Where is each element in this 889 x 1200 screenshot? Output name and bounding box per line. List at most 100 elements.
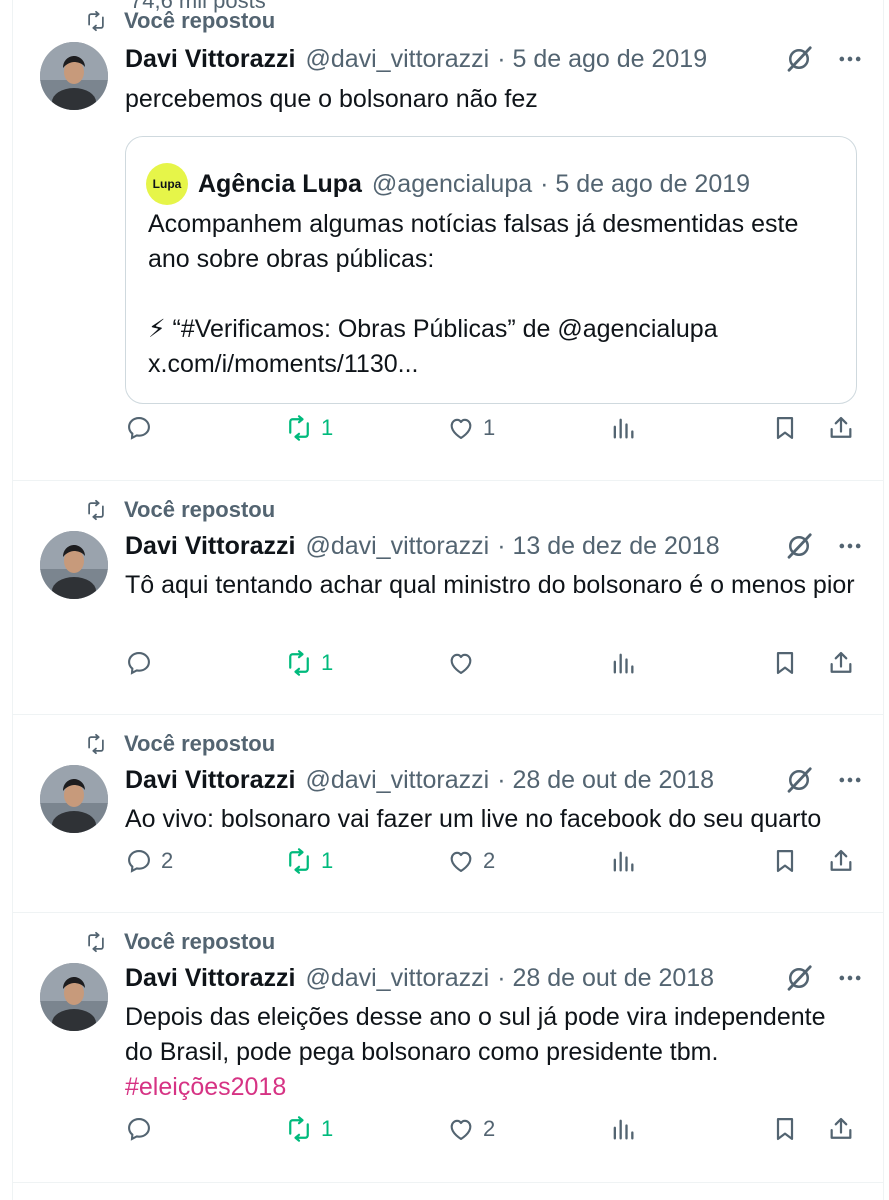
repost-label: Você repostou — [124, 8, 276, 33]
bookmark-button[interactable] — [771, 847, 799, 875]
author-handle[interactable]: @davi_vittorazzi — [305, 532, 489, 561]
like-count: 2 — [483, 848, 496, 873]
views-button[interactable] — [609, 649, 637, 677]
views-icon — [609, 649, 637, 677]
bookmark-button[interactable] — [771, 1115, 799, 1143]
repost-icon — [285, 847, 313, 875]
author-name[interactable]: Davi Vittorazzi — [125, 532, 295, 561]
views-icon — [609, 847, 637, 875]
repost-button[interactable]: 1 — [285, 847, 333, 875]
post-text: percebemos que o bolsonaro não fez — [125, 85, 538, 113]
more-icon[interactable] — [836, 532, 864, 560]
like-button[interactable] — [447, 649, 483, 677]
repost-icon — [285, 649, 313, 677]
share-button[interactable] — [827, 847, 855, 875]
author-name[interactable]: Davi Vittorazzi — [125, 766, 295, 795]
bookmark-icon — [771, 649, 799, 677]
repost-indicator: Você repostou — [82, 497, 275, 523]
post-date[interactable]: · 28 de out de 2018 — [497, 766, 714, 795]
reply-button[interactable]: 2 — [125, 847, 173, 875]
quote-line: Acompanhem algumas notícias falsas já de… — [148, 210, 799, 273]
repost-icon — [82, 931, 110, 953]
views-icon — [609, 414, 637, 442]
repost-label: Você repostou — [124, 929, 276, 954]
more-icon[interactable] — [836, 45, 864, 73]
post-header: Davi Vittorazzi @davi_vittorazzi · 13 de… — [125, 531, 864, 561]
share-button[interactable] — [827, 1115, 855, 1143]
views-button[interactable] — [609, 847, 637, 875]
reply-button[interactable] — [125, 1115, 161, 1143]
grok-icon[interactable] — [784, 531, 814, 561]
author-name[interactable]: Davi Vittorazzi — [125, 964, 295, 993]
repost-indicator: Você repostou — [82, 731, 275, 757]
grok-icon[interactable] — [784, 44, 814, 74]
quote-text: Acompanhem algumas notícias falsas já de… — [148, 207, 836, 382]
bookmark-button[interactable] — [771, 649, 799, 677]
repost-indicator: Você repostou — [82, 929, 275, 955]
post-1[interactable]: Você repostou Davi Vittorazzi @davi_vitt… — [12, 0, 884, 481]
repost-icon — [82, 499, 110, 521]
author-name[interactable]: Davi Vittorazzi — [125, 45, 295, 74]
repost-count: 1 — [321, 415, 334, 440]
repost-label: Você repostou — [124, 731, 276, 756]
quote-link[interactable]: x.com/i/moments/1130... — [148, 347, 836, 382]
heart-icon — [447, 649, 475, 677]
avatar[interactable] — [40, 42, 108, 110]
reply-count: 2 — [161, 848, 174, 873]
like-button[interactable]: 2 — [447, 1115, 495, 1143]
reply-button[interactable] — [125, 414, 161, 442]
avatar[interactable] — [40, 765, 108, 833]
post-text: Ao vivo: bolsonaro vai fazer um live no … — [125, 805, 822, 833]
like-button[interactable]: 1 — [447, 414, 495, 442]
repost-indicator: Você repostou — [82, 8, 275, 34]
post-2[interactable]: Você repostou Davi Vittorazzi @davi_vitt… — [12, 481, 884, 715]
repost-button[interactable]: 1 — [285, 1115, 333, 1143]
post-text: Tô aqui tentando achar qual ministro do … — [125, 571, 855, 599]
quote-date: · 5 de ago de 2019 — [540, 169, 751, 198]
repost-icon — [285, 414, 313, 442]
reply-icon — [125, 1115, 153, 1143]
more-icon[interactable] — [836, 766, 864, 794]
post-header: Davi Vittorazzi @davi_vittorazzi · 28 de… — [125, 963, 864, 993]
avatar[interactable] — [40, 963, 108, 1031]
author-handle[interactable]: @davi_vittorazzi — [305, 964, 489, 993]
bookmark-icon — [771, 847, 799, 875]
share-button[interactable] — [827, 414, 855, 442]
bookmark-icon — [771, 1115, 799, 1143]
avatar[interactable] — [40, 531, 108, 599]
hashtag-link[interactable]: #eleições2018 — [125, 1070, 860, 1105]
like-count: 2 — [483, 1116, 496, 1141]
quote-author-name: Agência Lupa — [198, 169, 362, 198]
share-icon — [827, 649, 855, 677]
post-date[interactable]: · 13 de dez de 2018 — [497, 532, 719, 561]
post-date[interactable]: · 28 de out de 2018 — [497, 964, 714, 993]
like-button[interactable]: 2 — [447, 847, 495, 875]
like-count: 1 — [483, 415, 496, 440]
grok-icon[interactable] — [784, 765, 814, 795]
bookmark-button[interactable] — [771, 414, 799, 442]
repost-icon — [82, 733, 110, 755]
grok-icon[interactable] — [784, 963, 814, 993]
reply-button[interactable] — [125, 649, 161, 677]
more-icon[interactable] — [836, 964, 864, 992]
repost-button[interactable]: 1 — [285, 649, 333, 677]
quoted-post[interactable]: Lupa Agência Lupa @agencialupa · 5 de ag… — [125, 136, 857, 404]
author-handle[interactable]: @davi_vittorazzi — [305, 45, 489, 74]
share-icon — [827, 847, 855, 875]
repost-label: Você repostou — [124, 497, 276, 522]
share-button[interactable] — [827, 649, 855, 677]
repost-count: 1 — [321, 650, 334, 675]
repost-button[interactable]: 1 — [285, 414, 333, 442]
views-button[interactable] — [609, 1115, 637, 1143]
author-handle[interactable]: @davi_vittorazzi — [305, 766, 489, 795]
post-4[interactable]: Você repostou Davi Vittorazzi @davi_vitt… — [12, 913, 884, 1183]
post-header: Davi Vittorazzi @davi_vittorazzi · 5 de … — [125, 44, 864, 74]
views-button[interactable] — [609, 414, 637, 442]
heart-icon — [447, 414, 475, 442]
reply-icon — [125, 649, 153, 677]
post-3[interactable]: Você repostou Davi Vittorazzi @davi_vitt… — [12, 715, 884, 913]
heart-icon — [447, 847, 475, 875]
views-icon — [609, 1115, 637, 1143]
post-date[interactable]: · 5 de ago de 2019 — [497, 45, 707, 74]
bookmark-icon — [771, 414, 799, 442]
